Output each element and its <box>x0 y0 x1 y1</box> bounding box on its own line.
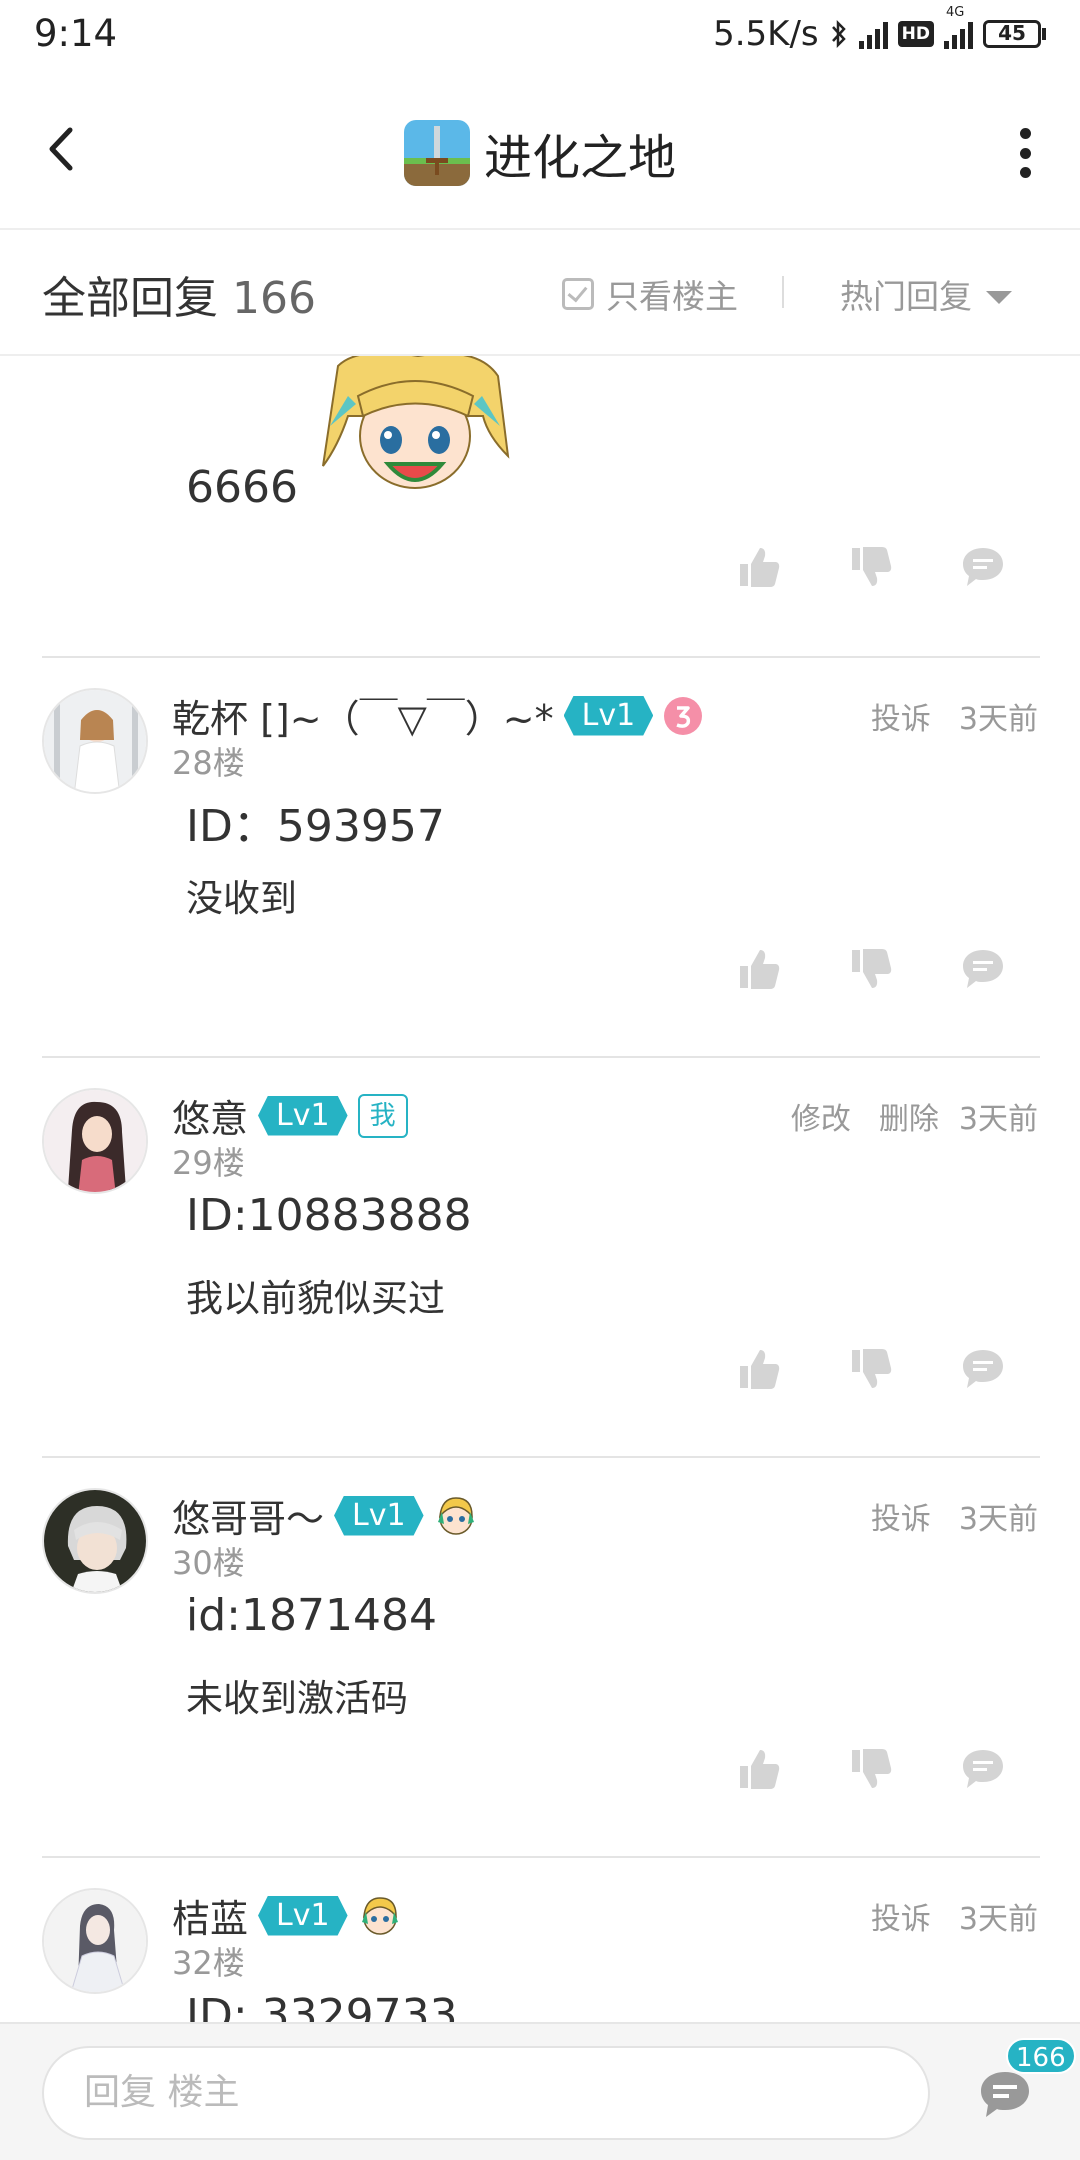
character-badge-icon <box>361 1896 398 1935</box>
post-time: 3天前 <box>958 1102 1038 1137</box>
battery-level: 45 <box>998 21 1026 45</box>
post-time: 3天前 <box>958 1502 1038 1537</box>
me-badge: 我 <box>357 1093 408 1138</box>
floor-number: 28楼 <box>172 744 245 782</box>
post-meta: 投诉 3天前 <box>871 1894 1038 1938</box>
bluetooth-icon <box>831 19 846 49</box>
post-meta: 投诉 3天前 <box>871 1494 1038 1538</box>
username[interactable]: 悠哥哥～ <box>172 1488 324 1543</box>
list-item: 6666 <box>0 356 1080 658</box>
caret-down-icon <box>986 290 1012 304</box>
list-item: 乾杯 []~（￣▽￣）~* Lv1 28楼 投诉 3天前 ID：593957 没… <box>0 658 1080 1058</box>
user-info-row: 桔蓝 Lv1 <box>172 1888 402 1943</box>
status-time: 9:14 <box>34 12 118 55</box>
user-info-row: 悠意 Lv1 我 <box>172 1088 408 1143</box>
username[interactable]: 桔蓝 <box>172 1888 248 1943</box>
dislike-icon[interactable] <box>848 544 894 590</box>
bottom-reply-bar: 回复 楼主 166 <box>0 2022 1080 2160</box>
like-icon[interactable] <box>736 1346 782 1392</box>
username[interactable]: 乾杯 []~（￣▽￣）~* <box>172 688 554 743</box>
divider <box>782 276 784 308</box>
user-info-row: 乾杯 []~（￣▽￣）~* Lv1 <box>172 688 703 743</box>
comments-icon[interactable] <box>978 2068 1032 2120</box>
top-nav-bar: 进化之地 <box>0 70 1080 230</box>
list-item: 悠意 Lv1 我 29楼 修改 删除 3天前 ID:10883888 我以前貌似… <box>0 1058 1080 1458</box>
sort-label: 热门回复 <box>840 277 972 316</box>
dislike-icon[interactable] <box>848 946 894 992</box>
signal-icon <box>858 19 888 49</box>
floor-number: 32楼 <box>172 1944 245 1982</box>
comment-icon[interactable] <box>960 1746 1006 1792</box>
comment-icon[interactable] <box>960 1346 1006 1392</box>
report-link[interactable]: 投诉 <box>871 1894 931 1938</box>
report-link[interactable]: 投诉 <box>871 1494 931 1538</box>
header-center: 进化之地 <box>0 118 1080 188</box>
all-replies-label: 全部回复 <box>42 273 218 324</box>
post-actions <box>736 1346 1006 1392</box>
post-body-line: id:1871484 <box>186 1590 437 1641</box>
floor-number: 29楼 <box>172 1144 245 1182</box>
list-item: 悠哥哥～ Lv1 30楼 投诉 3天前 id:1871484 未收到激活码 <box>0 1458 1080 1858</box>
status-indicators: 5.5K/s HD 4G 45 <box>713 5 1046 54</box>
post-actions <box>736 544 1006 590</box>
app-logo-icon <box>403 120 470 186</box>
post-body-line: 我以前貌似买过 <box>186 1277 445 1320</box>
post-body: 6666 <box>186 462 298 513</box>
avatar[interactable] <box>42 1488 148 1594</box>
post-body-line: ID: 3329733 <box>186 1990 458 2022</box>
owner-only-label: 只看楼主 <box>606 277 738 316</box>
dislike-icon[interactable] <box>848 1346 894 1392</box>
level-badge: Lv1 <box>258 1896 348 1936</box>
sticker-image <box>322 356 510 489</box>
level-badge: Lv1 <box>564 696 654 736</box>
reply-input[interactable]: 回复 楼主 <box>42 2046 930 2140</box>
checkbox-icon[interactable] <box>562 278 594 310</box>
comment-icon[interactable] <box>960 946 1006 992</box>
signal-icon-2 <box>944 19 973 49</box>
report-link[interactable]: 投诉 <box>871 694 931 738</box>
post-body-line: 没收到 <box>186 877 297 920</box>
avatar[interactable] <box>42 1888 148 1994</box>
hd-icon: HD <box>897 21 934 47</box>
owner-only-toggle[interactable]: 只看楼主 <box>562 270 738 318</box>
sort-dropdown[interactable]: 热门回复 <box>840 270 1012 318</box>
page-title: 进化之地 <box>483 130 676 186</box>
net-speed: 5.5K/s <box>713 14 819 54</box>
status-bar: 9:14 5.5K/s HD 4G 45 <box>0 0 1080 70</box>
achievement-badge-icon <box>664 696 703 735</box>
network-type: 4G <box>946 5 965 20</box>
level-badge: Lv1 <box>258 1096 348 1136</box>
more-options-icon[interactable] <box>1010 128 1040 178</box>
list-item: 桔蓝 Lv1 32楼 投诉 3天前 ID: 3329733 <box>0 1858 1080 2022</box>
avatar[interactable] <box>42 688 148 794</box>
reply-count: 166 <box>232 273 316 324</box>
character-badge-icon <box>437 1496 474 1535</box>
like-icon[interactable] <box>736 946 782 992</box>
username[interactable]: 悠意 <box>172 1088 248 1143</box>
post-time: 3天前 <box>958 702 1038 737</box>
comment-count-badge: 166 <box>1006 2038 1076 2074</box>
post-body-line: 未收到激活码 <box>186 1677 408 1720</box>
like-icon[interactable] <box>736 1746 782 1792</box>
post-actions <box>736 946 1006 992</box>
all-replies-heading: 全部回复 166 <box>42 262 316 326</box>
reply-filter-bar: 全部回复 166 只看楼主 热门回复 <box>0 232 1080 356</box>
avatar[interactable] <box>42 1088 148 1194</box>
reply-list: 6666 乾杯 []~（￣▽￣）~* Lv1 28楼 投诉 3天前 ID：593… <box>0 356 1080 2022</box>
dislike-icon[interactable] <box>848 1746 894 1792</box>
comment-icon[interactable] <box>960 544 1006 590</box>
post-meta: 修改 删除 3天前 <box>791 1094 1038 1138</box>
like-icon[interactable] <box>736 544 782 590</box>
post-actions <box>736 1746 1006 1792</box>
level-badge: Lv1 <box>334 1496 424 1536</box>
post-body-line: ID:10883888 <box>186 1190 472 1241</box>
post-meta: 投诉 3天前 <box>871 694 1038 738</box>
edit-link[interactable]: 修改 <box>791 1094 851 1138</box>
floor-number: 30楼 <box>172 1544 245 1582</box>
user-info-row: 悠哥哥～ Lv1 <box>172 1488 478 1543</box>
post-time: 3天前 <box>958 1902 1038 1937</box>
delete-link[interactable]: 删除 <box>879 1094 939 1138</box>
battery-icon: 45 <box>983 20 1046 48</box>
post-body-line: ID：593957 <box>186 801 445 852</box>
